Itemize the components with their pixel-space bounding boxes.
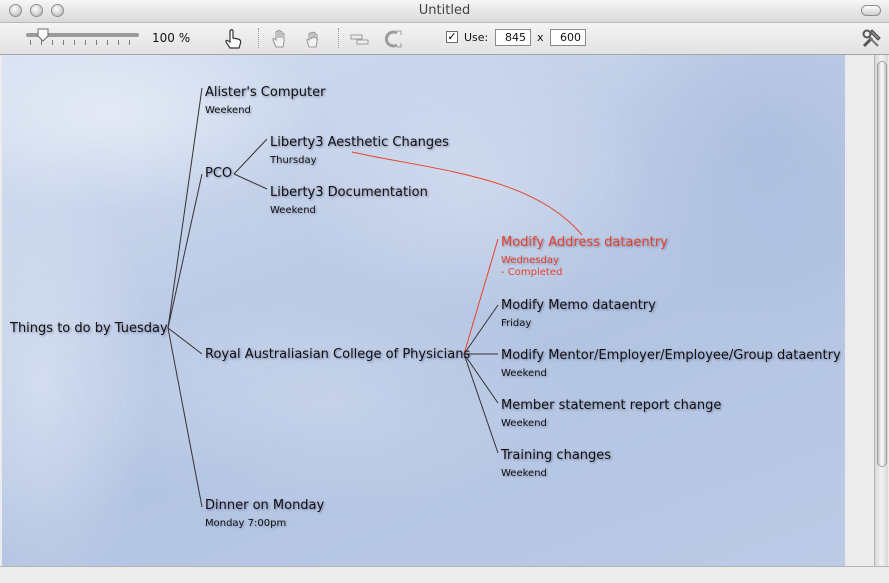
node-dinner-on-monday[interactable]: Dinner on Monday Monday 7:00pm [205, 498, 324, 530]
connector-line [167, 327, 203, 508]
node-title: Alister's Computer [205, 85, 326, 100]
connector-line [167, 87, 203, 329]
node-title: Liberty3 Documentation [270, 185, 428, 200]
window-title: Untitled [418, 3, 471, 18]
node-training-changes[interactable]: Training changes Weekend [501, 448, 611, 480]
node-modify-mentor[interactable]: Modify Mentor/Employer/Employee/Group da… [501, 348, 841, 380]
connector-line [233, 173, 268, 190]
node-liberty3-aesthetic[interactable]: Liberty3 Aesthetic Changes Thursday [270, 135, 449, 167]
node-due: Weekend [501, 418, 547, 429]
toolbar: 100 % ✓ Use: 845 x 600 [0, 23, 889, 55]
times-label: x [537, 31, 544, 44]
root-node[interactable]: Things to do by Tuesday [10, 321, 168, 337]
toolbar-separator [338, 28, 340, 48]
zoom-slider-thumb[interactable] [37, 28, 49, 42]
toolbar-toggle-button[interactable] [861, 5, 881, 16]
node-modify-address[interactable]: Modify Address dataentry Wednesday - Com… [501, 235, 668, 279]
node-title: Modify Memo dataentry [501, 298, 656, 313]
connector-line [463, 353, 499, 454]
node-due: Wednesday [501, 255, 559, 266]
node-due: Thursday [270, 155, 317, 166]
node-due: Weekend [501, 368, 547, 379]
node-title: Modify Address dataentry [501, 235, 668, 250]
node-member-statement[interactable]: Member statement report change Weekend [501, 398, 721, 430]
node-title: Dinner on Monday [205, 498, 325, 513]
link-nodes-icon[interactable] [348, 27, 372, 51]
vertical-scrollbar[interactable] [847, 55, 889, 566]
height-field[interactable]: 600 [550, 29, 586, 46]
node-due: Monday 7:00pm [205, 518, 287, 529]
connector-line [233, 138, 268, 175]
magnet-icon[interactable] [381, 27, 405, 51]
node-title: Modify Mentor/Employer/Employee/Group da… [501, 348, 841, 363]
vertical-scroll-thumb[interactable] [877, 61, 887, 467]
node-modify-memo[interactable]: Modify Memo dataentry Friday [501, 298, 656, 330]
mindmap-canvas[interactable]: Things to do by Tuesday Alister's Comput… [2, 55, 845, 566]
zoom-level: 100 % [152, 31, 191, 45]
node-due: Weekend [501, 468, 547, 479]
use-size-checkbox[interactable]: ✓ [446, 31, 458, 43]
horizontal-scrollbar[interactable] [0, 566, 889, 583]
vertical-scroll-track[interactable] [874, 55, 888, 566]
tools-icon[interactable] [859, 27, 883, 51]
pointing-hand-icon[interactable] [221, 27, 245, 51]
node-due: Weekend [270, 205, 316, 216]
node-alisters-computer[interactable]: Alister's Computer Weekend [205, 85, 325, 117]
node-title: Member statement report change [501, 398, 722, 413]
node-status: - Completed [501, 267, 563, 278]
node-liberty3-documentation[interactable]: Liberty3 Documentation Weekend [270, 185, 428, 217]
node-due: Weekend [205, 105, 251, 116]
grab-hand-icon[interactable] [302, 27, 326, 51]
connector-line [167, 327, 203, 355]
node-title: Liberty3 Aesthetic Changes [270, 135, 449, 150]
node-due: Friday [501, 318, 532, 329]
node-pco[interactable]: PCO [205, 166, 232, 182]
toolbar-separator [258, 28, 260, 48]
width-field[interactable]: 845 [495, 29, 531, 46]
connector-line [167, 173, 203, 329]
node-title: PCO [205, 166, 233, 181]
node-title: Royal Australiasian College of Physician… [205, 347, 471, 362]
app-window: Untitled 100 % ✓ Use: 845 x 600 Things t… [0, 0, 889, 583]
connector-lines [167, 87, 583, 508]
node-title: Training changes [501, 448, 612, 463]
title-bar: Untitled [0, 0, 889, 23]
node-title: Things to do by Tuesday [10, 321, 168, 336]
connector-line-highlight [463, 238, 499, 355]
open-hand-icon[interactable] [269, 27, 293, 51]
node-racp[interactable]: Royal Australiasian College of Physician… [205, 347, 470, 363]
use-size-label: Use: [464, 31, 489, 44]
